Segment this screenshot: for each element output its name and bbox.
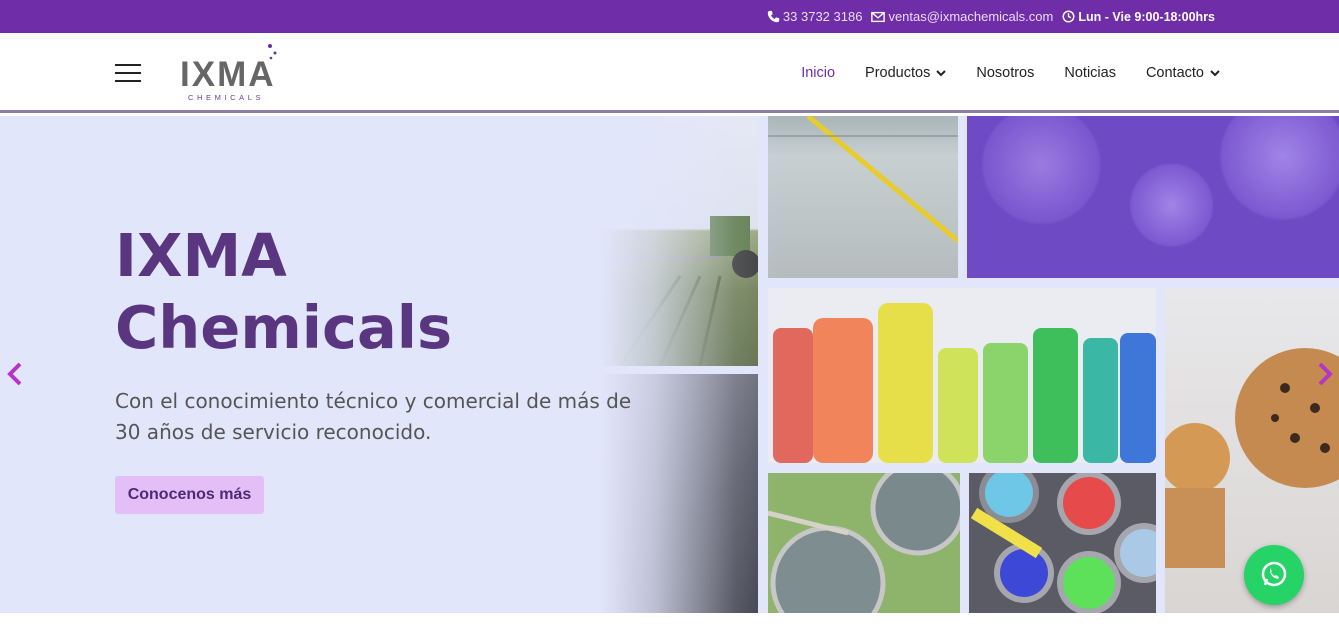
- envelope-icon: [871, 11, 886, 22]
- hero-description: Con el conocimiento técnico y comercial …: [115, 389, 632, 444]
- logo-word: IXMA: [180, 55, 276, 94]
- hamburger-menu-icon[interactable]: [115, 64, 141, 82]
- email-address[interactable]: ventas@ixmachemicals.com: [888, 9, 1053, 24]
- nav-item-nosotros[interactable]: Nosotros: [976, 65, 1034, 81]
- hero-slider: IXMA Chemicals Con el conocimiento técni…: [0, 116, 1339, 613]
- business-hours: Lun - Vie 9:00-18:00hrs: [1062, 10, 1215, 24]
- phone-icon: [767, 10, 780, 23]
- slider-next-arrow-icon[interactable]: [1315, 361, 1335, 387]
- email-contact[interactable]: ventas@ixmachemicals.com: [871, 9, 1053, 24]
- phone-number[interactable]: 33 3732 3186: [783, 9, 863, 24]
- nav-label: Contacto: [1145, 65, 1204, 81]
- warehouse-floor-image: [768, 116, 958, 278]
- hero-image-fade: [600, 116, 780, 613]
- paint-cans-image: [969, 473, 1156, 613]
- whatsapp-icon: [1261, 561, 1287, 587]
- nav-item-inicio[interactable]: Inicio: [801, 65, 835, 81]
- whatsapp-button[interactable]: [1244, 545, 1304, 605]
- purple-foam-image: [967, 116, 1339, 278]
- nav-item-noticias[interactable]: Noticias: [1064, 65, 1116, 81]
- nav-label: Noticias: [1064, 65, 1116, 81]
- chevron-down-icon: [1210, 69, 1220, 76]
- clock-icon: [1062, 10, 1075, 23]
- water-treatment-image: [768, 473, 960, 613]
- nav-menu: Inicio Productos Nosotros Noticias Conta…: [801, 33, 1220, 113]
- nav-item-contacto[interactable]: Contacto: [1146, 65, 1220, 81]
- hero-title-line2: Chemicals: [115, 293, 453, 362]
- nav-label: Productos: [865, 65, 931, 81]
- nav-label: Nosotros: [976, 65, 1035, 81]
- chevron-down-icon: [936, 69, 947, 76]
- main-navbar: IXMA CHEMICALS Inicio Productos Nosotros…: [0, 33, 1339, 113]
- conocenos-button[interactable]: Conocenos más: [115, 476, 264, 514]
- phone-contact[interactable]: 33 3732 3186: [767, 9, 863, 24]
- logo-subtitle: CHEMICALS: [188, 93, 265, 102]
- hero-title: IXMA Chemicals: [115, 220, 452, 364]
- top-contact-bar: 33 3732 3186 ventas@ixmachemicals.com Lu…: [0, 0, 1339, 33]
- slider-prev-arrow-icon[interactable]: [5, 361, 25, 387]
- hours-text: Lun - Vie 9:00-18:00hrs: [1078, 9, 1215, 24]
- nav-label: Inicio: [801, 65, 836, 81]
- plastic-bottles-image: [768, 288, 1156, 463]
- hero-title-line1: IXMA: [115, 221, 287, 290]
- nav-item-productos[interactable]: Productos: [865, 65, 947, 81]
- logo[interactable]: IXMA CHEMICALS: [180, 43, 290, 103]
